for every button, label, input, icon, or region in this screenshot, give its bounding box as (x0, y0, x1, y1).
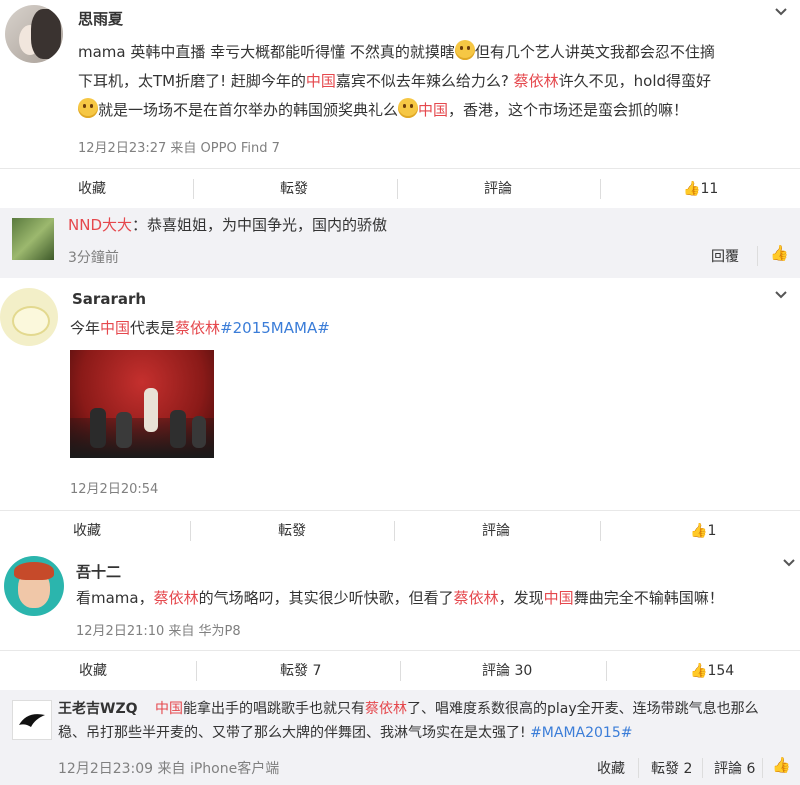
like-button[interactable]: 👍1 (690, 511, 716, 551)
post-image[interactable] (70, 350, 214, 458)
post-text: 看mama，蔡依林的气场略叼，其实很少听快歌，但看了蔡依林，发现中国舞曲完全不输… (76, 589, 724, 607)
post-meta: 12月2日21:10 来自 华为P8 (76, 624, 241, 639)
username[interactable]: Sarararh (72, 290, 146, 308)
post-text-cont: 稳、吊打那些半开麦的、又带了那么大牌的伴舞团、我淋气场实在是太强了! #MAMA… (58, 725, 633, 741)
like-button[interactable]: 👍154 (690, 651, 734, 691)
avatar[interactable] (4, 556, 64, 616)
reply-avatar[interactable] (12, 218, 54, 260)
favorite-button[interactable]: 收藏 (597, 758, 625, 778)
comment-button[interactable]: 評論 6 (714, 758, 755, 778)
post-text: mama 英韩中直播 幸亏大概都能听得懂 不然真的就摸瞎 但有几个艺人讲英文我都会… (78, 38, 793, 125)
reply-time: 3分鐘前 (68, 250, 119, 266)
post-meta: 12月2日23:09 来自 iPhone客户端 (58, 761, 280, 777)
username[interactable]: 王老吉WZQ (58, 698, 138, 718)
username[interactable]: 思雨夏 (78, 8, 123, 29)
reply-button[interactable]: 回覆 (711, 246, 739, 266)
laugh-emoji-icon (454, 40, 475, 60)
repost-button[interactable]: 転發 (278, 511, 306, 551)
reply-username[interactable]: NND大大 (68, 216, 132, 234)
chevron-down-icon[interactable] (774, 288, 788, 302)
thumbs-up-icon: 👍 (683, 181, 701, 197)
avatar[interactable] (0, 288, 58, 346)
proud-emoji-icon (398, 98, 419, 118)
reply-text: NND大大：恭喜姐姐，为中国争光，国内的骄傲 (68, 216, 388, 234)
favorite-button[interactable]: 收藏 (73, 511, 101, 551)
reply-box: NND大大：恭喜姐姐，为中国争光，国内的骄傲 3分鐘前 回覆 👍 (0, 208, 800, 278)
post-text: 中国能拿出手的唱跳歌手也就只有蔡依林了、唱难度系数很高的play全开麦、连场带跳… (155, 701, 759, 717)
action-bar: 收藏 転發 7 評論 30 👍154 (0, 650, 800, 691)
thumbs-up-icon[interactable]: 👍 (772, 756, 791, 774)
action-bar: 收藏 転發 評論 👍11 (0, 168, 800, 209)
chevron-down-icon[interactable] (782, 556, 796, 570)
thumbs-up-icon[interactable]: 👍 (770, 244, 789, 262)
favorite-button[interactable]: 收藏 (79, 651, 107, 691)
hashtag-link[interactable]: #MAMA2015# (530, 725, 632, 741)
post-text: 今年中国代表是蔡依林#2015MAMA# (70, 319, 330, 337)
repost-button[interactable]: 転發 2 (651, 758, 692, 778)
avatar[interactable] (5, 5, 63, 63)
repost-button[interactable]: 転發 (280, 169, 308, 209)
comment-button[interactable]: 評論 (482, 511, 510, 551)
reply-avatar[interactable] (12, 700, 52, 740)
username[interactable]: 吾十二 (76, 561, 121, 582)
comment-button[interactable]: 評論 30 (482, 651, 532, 691)
cute-emoji-icon (78, 98, 98, 118)
favorite-button[interactable]: 收藏 (78, 169, 106, 209)
post-meta: 12月2日23:27 来自 OPPO Find 7 (78, 141, 280, 156)
action-bar: 收藏 転發 評論 👍1 (0, 510, 800, 551)
like-button[interactable]: 👍11 (683, 169, 718, 209)
hashtag-link[interactable]: #2015MAMA# (220, 319, 330, 337)
reply-box: 王老吉WZQ 中国能拿出手的唱跳歌手也就只有蔡依林了、唱难度系数很高的play全… (0, 690, 800, 785)
thumbs-up-icon: 👍 (690, 523, 708, 539)
thumbs-up-icon: 👍 (690, 663, 708, 679)
repost-button[interactable]: 転發 7 (280, 651, 321, 691)
chevron-down-icon[interactable] (774, 5, 788, 19)
comment-button[interactable]: 評論 (484, 169, 512, 209)
post-meta: 12月2日20:54 (70, 482, 159, 497)
